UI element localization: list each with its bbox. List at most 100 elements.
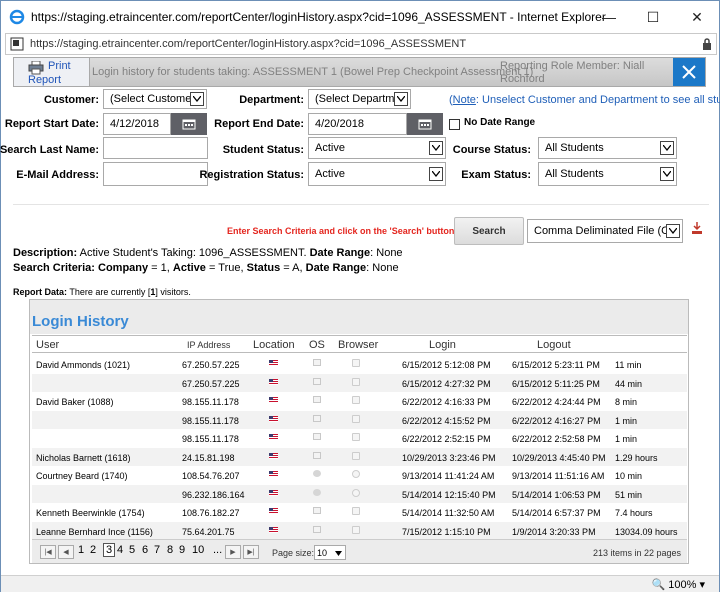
page-number[interactable]: 4: [117, 544, 123, 556]
close-report-button[interactable]: [673, 58, 705, 86]
note-link[interactable]: Note: [453, 94, 476, 106]
page-size-select[interactable]: 10: [314, 545, 346, 560]
report-description: Description: Active Student's Taking: 10…: [13, 247, 403, 259]
chevron-down-icon: [660, 141, 674, 155]
desktop-icon: [313, 507, 321, 514]
address-bar[interactable]: https://staging.etraincenter.com/reportC…: [5, 33, 717, 55]
page-number[interactable]: 3: [103, 543, 116, 557]
no-date-range-label: No Date Range: [464, 117, 536, 128]
department-select[interactable]: (Select Departmer: [308, 89, 411, 109]
page-number[interactable]: 9: [179, 544, 185, 556]
course-status-select[interactable]: All Students: [538, 137, 677, 159]
cell-duration: 13034.09 hours: [615, 526, 678, 537]
chevron-down-icon: [335, 551, 342, 556]
cell-duration: 7.4 hours: [615, 508, 653, 518]
grid-title-bar: Login History: [30, 300, 688, 334]
page-number[interactable]: 5: [129, 544, 135, 556]
export-format-select[interactable]: Comma Deliminated File (CS: [527, 219, 683, 243]
minimize-button[interactable]: —: [587, 1, 631, 33]
criteria-company-label: Company: [94, 262, 149, 274]
report-data-line: Report Data: There are currently [1] vis…: [13, 287, 191, 297]
cell-user: Leanne Bernhard Ince (1156): [36, 526, 153, 537]
page-number[interactable]: 2: [90, 544, 96, 556]
download-icon[interactable]: [691, 221, 703, 235]
page-number[interactable]: 7: [154, 544, 160, 556]
cell-logout: 5/14/2014 6:57:37 PM: [512, 508, 601, 518]
first-page-button[interactable]: |◀: [40, 545, 56, 559]
report-data-end: ] visitors.: [155, 287, 191, 297]
last-page-button[interactable]: ▶|: [243, 545, 259, 559]
table-row[interactable]: Kenneth Beerwinkle (1754) 108.76.182.27 5/…: [32, 503, 687, 522]
cell-ip: 98.155.11.178: [182, 415, 239, 426]
page-size-value: 10: [317, 547, 328, 558]
customer-select[interactable]: (Select Customer): [103, 89, 207, 109]
table-row[interactable]: Courtney Beard (1740) 108.54.76.207 9/13/2…: [32, 466, 687, 485]
page-number[interactable]: 1: [78, 544, 84, 556]
table-row[interactable]: 98.155.11.178 6/22/2012 2:52:15 PM 6/22/20…: [32, 429, 687, 448]
table-row[interactable]: 67.250.57.225 6/15/2012 4:27:32 PM 6/15/20…: [32, 373, 687, 392]
last-name-input[interactable]: [103, 137, 208, 159]
column-os[interactable]: OS: [309, 339, 325, 351]
desktop-icon: [313, 525, 321, 533]
desktop-icon: [313, 451, 321, 459]
cell-duration: 1.29 hours: [615, 452, 658, 463]
us-flag-icon: [269, 360, 278, 366]
page-number[interactable]: 8: [167, 544, 173, 556]
browser-icon: [352, 414, 360, 423]
lock-icon[interactable]: [702, 37, 712, 51]
registration-status-label: Registration Status:: [199, 169, 304, 181]
page-number[interactable]: 6: [142, 544, 148, 556]
safari-icon: [352, 470, 360, 478]
table-row[interactable]: 96.232.186.164 5/14/2014 12:15:40 PM 5/14/…: [32, 484, 687, 503]
prev-page-button[interactable]: ◀: [58, 545, 74, 559]
divider: [13, 204, 709, 205]
student-status-select[interactable]: Active: [308, 137, 446, 159]
cell-ip: 98.155.11.178: [182, 397, 239, 407]
us-flag-icon: [269, 415, 278, 422]
print-report-button[interactable]: Print Report: [14, 58, 90, 86]
zoom-level[interactable]: 🔍 100% ▾: [652, 578, 705, 591]
end-date-label: Report End Date:: [214, 118, 304, 130]
start-date-input[interactable]: 4/12/2018: [103, 113, 171, 135]
end-date-input[interactable]: 4/20/2018: [308, 113, 407, 135]
registration-status-select[interactable]: Active: [308, 162, 446, 186]
item-count: 213 items in 22 pages: [592, 548, 681, 558]
search-button[interactable]: Search: [454, 217, 524, 245]
header-message: Login history for students taking: ASSES…: [92, 66, 534, 78]
maximize-button[interactable]: ☐: [631, 1, 675, 33]
column-user[interactable]: User: [36, 339, 59, 351]
column-login[interactable]: Login: [429, 339, 456, 351]
description-text: Active Student's Taking: 1096_ASSESSMENT…: [77, 247, 310, 259]
browser-icon: [352, 396, 360, 404]
description-label: Description:: [13, 247, 78, 259]
cell-logout: 1/9/2014 3:20:33 PM: [512, 526, 596, 537]
us-flag-icon: [269, 452, 278, 459]
table-row[interactable]: 98.155.11.178 6/22/2012 4:15:52 PM 6/22/20…: [32, 410, 687, 429]
column-logout[interactable]: Logout: [537, 339, 571, 351]
cell-user: Kenneth Beerwinkle (1754): [36, 508, 145, 518]
table-row[interactable]: David Ammonds (1021) 67.250.57.225 6/15/20…: [32, 355, 687, 374]
page-number[interactable]: ...: [213, 544, 222, 556]
chevron-down-icon: [190, 92, 204, 106]
column-browser[interactable]: Browser: [338, 339, 378, 351]
next-page-button[interactable]: ▶: [225, 545, 241, 559]
column-ip-address[interactable]: IP Address: [187, 340, 230, 350]
page-number[interactable]: 10: [192, 544, 204, 556]
exam-status-select[interactable]: All Students: [538, 162, 677, 186]
chevron-down-icon: [394, 92, 408, 106]
us-flag-icon: [269, 471, 278, 477]
start-date-calendar-button[interactable]: [171, 113, 207, 135]
email-input[interactable]: [103, 162, 208, 186]
close-window-button[interactable]: ✕: [675, 1, 719, 33]
calendar-icon: [418, 119, 432, 130]
desktop-icon: [313, 396, 321, 403]
us-flag-icon: [269, 489, 278, 496]
table-row[interactable]: David Baker (1088) 98.155.11.178 6/22/2012…: [32, 392, 687, 411]
end-date-calendar-button[interactable]: [407, 113, 443, 135]
table-row[interactable]: Nicholas Barnett (1618) 24.15.81.198 10/29…: [32, 447, 687, 466]
no-date-range-checkbox[interactable]: [449, 119, 460, 130]
table-row[interactable]: Leanne Bernhard Ince (1156) 75.64.201.75 7…: [32, 521, 687, 540]
column-location[interactable]: Location: [253, 339, 295, 351]
cell-login: 6/22/2012 2:52:15 PM: [402, 434, 491, 444]
registration-status-value: Active: [315, 168, 345, 180]
